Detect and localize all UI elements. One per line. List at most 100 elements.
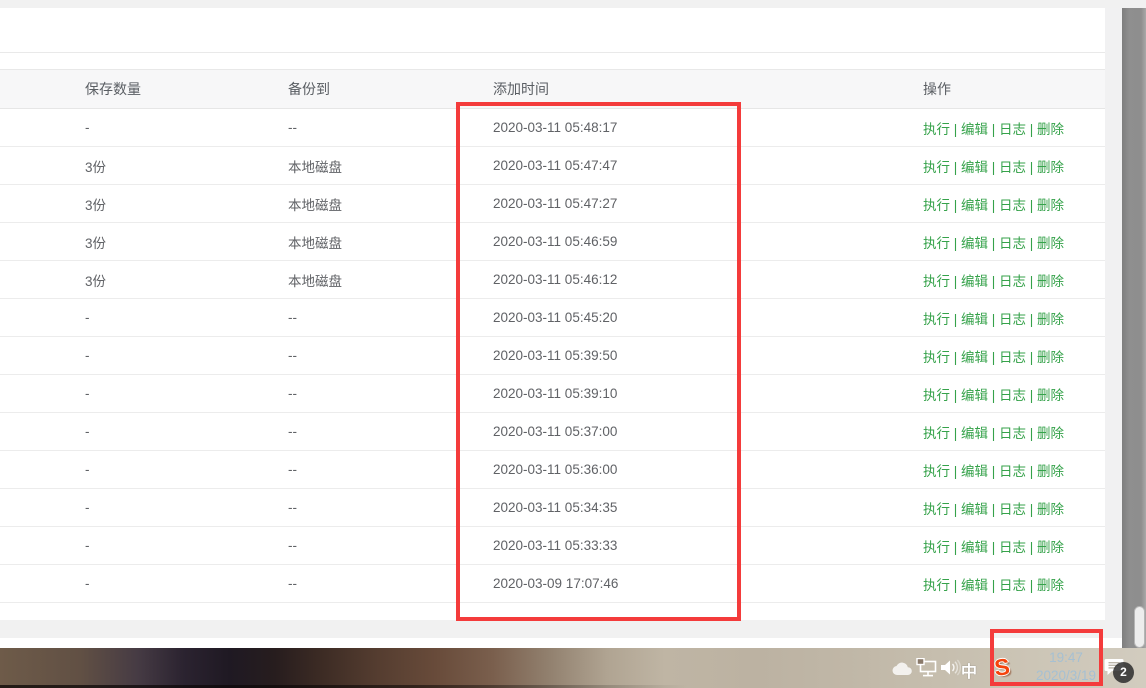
cell-add-time: 2020-03-11 05:39:50 xyxy=(475,336,740,375)
action-separator: | xyxy=(1026,501,1038,517)
action-run-link[interactable]: 执行 xyxy=(923,236,950,251)
action-separator: | xyxy=(988,235,1000,251)
action-delete-link[interactable]: 删除 xyxy=(1037,198,1064,213)
cell-backup-to: -- xyxy=(270,336,475,375)
action-delete-link[interactable]: 删除 xyxy=(1037,160,1064,175)
cell-operations: 执行 | 编辑 | 日志 | 删除 xyxy=(905,564,1105,603)
action-delete-link[interactable]: 删除 xyxy=(1037,464,1064,479)
action-run-link[interactable]: 执行 xyxy=(923,426,950,441)
table-row: - -- 2020-03-11 05:36:00 执行 | 编辑 | 日志 | … xyxy=(0,450,1105,489)
action-log-link[interactable]: 日志 xyxy=(999,578,1026,593)
cell-spacer xyxy=(740,488,905,527)
cell-add-time: 2020-03-11 05:36:00 xyxy=(475,450,740,489)
cell-operations: 执行 | 编辑 | 日志 | 删除 xyxy=(905,336,1105,375)
action-run-link[interactable]: 执行 xyxy=(923,122,950,137)
action-run-link[interactable]: 执行 xyxy=(923,350,950,365)
scrollbar-thumb[interactable] xyxy=(1134,606,1145,648)
scrollbar-track[interactable] xyxy=(1122,8,1146,648)
action-log-link[interactable]: 日志 xyxy=(999,426,1026,441)
action-separator: | xyxy=(988,425,1000,441)
action-separator: | xyxy=(950,197,962,213)
action-separator: | xyxy=(950,577,962,593)
action-separator: | xyxy=(950,501,962,517)
action-run-link[interactable]: 执行 xyxy=(923,540,950,555)
action-delete-link[interactable]: 删除 xyxy=(1037,578,1064,593)
table-row: - -- 2020-03-11 05:34:35 执行 | 编辑 | 日志 | … xyxy=(0,488,1105,527)
action-edit-link[interactable]: 编辑 xyxy=(961,198,988,213)
action-log-link[interactable]: 日志 xyxy=(999,502,1026,517)
cell-spacer xyxy=(740,298,905,337)
page-top-strip xyxy=(0,0,1146,8)
action-separator: | xyxy=(1026,121,1038,137)
action-delete-link[interactable]: 删除 xyxy=(1037,540,1064,555)
action-log-link[interactable]: 日志 xyxy=(999,540,1026,555)
action-run-link[interactable]: 执行 xyxy=(923,388,950,403)
speaker-icon[interactable] xyxy=(940,659,961,676)
sogou-input-icon[interactable]: S xyxy=(989,653,1016,681)
cell-save-count: 3份 xyxy=(67,146,270,185)
action-run-link[interactable]: 执行 xyxy=(923,274,950,289)
action-delete-link[interactable]: 删除 xyxy=(1037,350,1064,365)
action-edit-link[interactable]: 编辑 xyxy=(961,464,988,479)
action-run-link[interactable]: 执行 xyxy=(923,464,950,479)
table-row: - -- 2020-03-11 05:39:50 执行 | 编辑 | 日志 | … xyxy=(0,336,1105,375)
cell-spacer xyxy=(740,336,905,375)
action-delete-link[interactable]: 删除 xyxy=(1037,122,1064,137)
action-delete-link[interactable]: 删除 xyxy=(1037,502,1064,517)
action-log-link[interactable]: 日志 xyxy=(999,274,1026,289)
action-edit-link[interactable]: 编辑 xyxy=(961,502,988,517)
cell-spacer xyxy=(0,260,67,299)
action-edit-link[interactable]: 编辑 xyxy=(961,312,988,327)
action-edit-link[interactable]: 编辑 xyxy=(961,274,988,289)
table-row: - -- 2020-03-11 05:48:17 执行 | 编辑 | 日志 | … xyxy=(0,108,1105,147)
action-separator: | xyxy=(988,577,1000,593)
action-log-link[interactable]: 日志 xyxy=(999,122,1026,137)
action-delete-link[interactable]: 删除 xyxy=(1037,274,1064,289)
action-run-link[interactable]: 执行 xyxy=(923,160,950,175)
action-edit-link[interactable]: 编辑 xyxy=(961,236,988,251)
action-run-link[interactable]: 执行 xyxy=(923,502,950,517)
cell-spacer xyxy=(0,450,67,489)
action-separator: | xyxy=(1026,539,1038,555)
action-delete-link[interactable]: 删除 xyxy=(1037,426,1064,441)
action-delete-link[interactable]: 删除 xyxy=(1037,312,1064,327)
action-edit-link[interactable]: 编辑 xyxy=(961,578,988,593)
action-log-link[interactable]: 日志 xyxy=(999,236,1026,251)
action-edit-link[interactable]: 编辑 xyxy=(961,426,988,441)
action-log-link[interactable]: 日志 xyxy=(999,350,1026,365)
clock-date: 2020/3/19 xyxy=(1035,668,1097,683)
action-run-link[interactable]: 执行 xyxy=(923,578,950,593)
action-run-link[interactable]: 执行 xyxy=(923,312,950,327)
action-log-link[interactable]: 日志 xyxy=(999,312,1026,327)
action-log-link[interactable]: 日志 xyxy=(999,388,1026,403)
action-delete-link[interactable]: 删除 xyxy=(1037,236,1064,251)
action-delete-link[interactable]: 删除 xyxy=(1037,388,1064,403)
cell-spacer xyxy=(740,564,905,603)
ime-chinese-indicator[interactable]: 中 xyxy=(961,658,977,682)
notification-count-badge[interactable]: 2 xyxy=(1113,662,1134,683)
action-run-link[interactable]: 执行 xyxy=(923,198,950,213)
action-edit-link[interactable]: 编辑 xyxy=(961,160,988,175)
cell-add-time: 2020-03-11 05:48:17 xyxy=(475,108,740,147)
action-edit-link[interactable]: 编辑 xyxy=(961,122,988,137)
screen: 保存数量 备份到 添加时间 操作 - -- 2020-03-11 05:48:1… xyxy=(0,0,1146,688)
action-log-link[interactable]: 日志 xyxy=(999,198,1026,213)
window-bottom-strip xyxy=(0,638,1122,648)
action-edit-link[interactable]: 编辑 xyxy=(961,350,988,365)
cell-backup-to: -- xyxy=(270,488,475,527)
action-separator: | xyxy=(988,311,1000,327)
cloud-icon[interactable] xyxy=(892,662,912,675)
cell-backup-to: 本地磁盘 xyxy=(270,184,475,223)
cell-add-time: 2020-03-11 05:37:00 xyxy=(475,412,740,451)
table-row: 3份 本地磁盘 2020-03-11 05:46:59 执行 | 编辑 | 日志… xyxy=(0,222,1105,261)
action-log-link[interactable]: 日志 xyxy=(999,160,1026,175)
header-backup-to: 备份到 xyxy=(270,69,475,109)
cell-add-time: 2020-03-11 05:47:47 xyxy=(475,146,740,185)
network-display-icon[interactable] xyxy=(916,658,939,677)
action-separator: | xyxy=(1026,273,1038,289)
action-log-link[interactable]: 日志 xyxy=(999,464,1026,479)
action-edit-link[interactable]: 编辑 xyxy=(961,540,988,555)
action-edit-link[interactable]: 编辑 xyxy=(961,388,988,403)
cell-backup-to: 本地磁盘 xyxy=(270,260,475,299)
taskbar-clock[interactable]: 19:47 2020/3/19 xyxy=(1028,649,1104,685)
